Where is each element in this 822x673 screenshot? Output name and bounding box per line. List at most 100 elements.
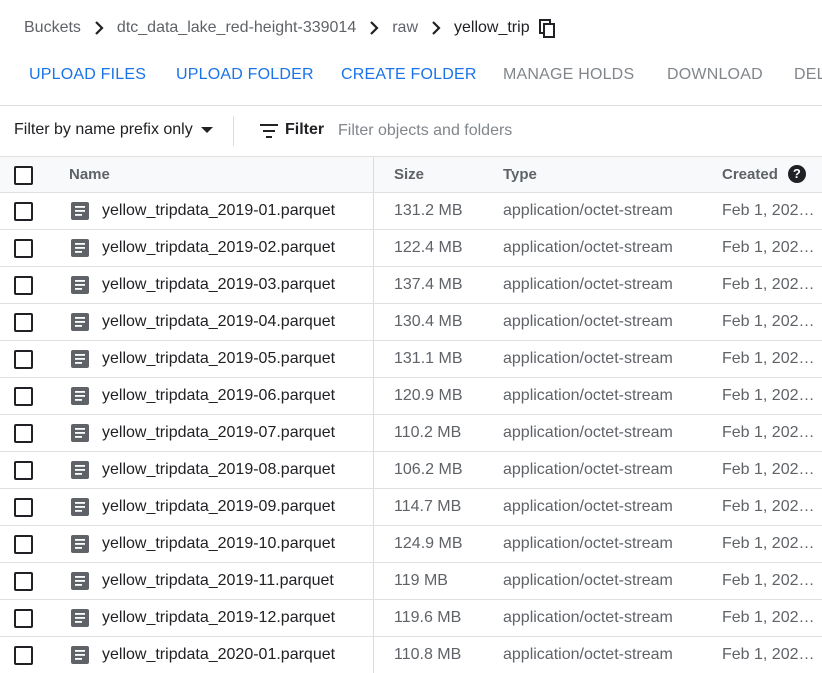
file-created: Feb 1, 202… — [722, 276, 815, 293]
filter-label: Filter — [285, 121, 325, 138]
file-name-link[interactable]: yellow_tripdata_2019-06.parquet — [102, 378, 335, 414]
row-checkbox[interactable] — [14, 572, 33, 591]
breadcrumb-item-bucket[interactable]: dtc_data_lake_red-height-339014 — [117, 19, 356, 37]
help-icon[interactable]: ? — [787, 165, 806, 184]
row-checkbox[interactable] — [14, 239, 33, 258]
table-row[interactable]: yellow_tripdata_2019-03.parquet 137.4 MB a… — [0, 267, 822, 304]
column-separator — [373, 304, 374, 340]
row-checkbox[interactable] — [14, 424, 33, 443]
row-checkbox[interactable] — [14, 461, 33, 480]
file-name-link[interactable]: yellow_tripdata_2019-02.parquet — [102, 230, 335, 266]
delete-button[interactable]: DEL — [794, 66, 822, 84]
file-document-icon — [71, 313, 89, 331]
manage-holds-button[interactable]: MANAGE HOLDS — [503, 66, 634, 84]
file-document-icon — [71, 535, 89, 553]
table-row[interactable]: yellow_tripdata_2019-07.parquet 110.2 MB a… — [0, 415, 822, 452]
file-name-link[interactable]: yellow_tripdata_2019-07.parquet — [102, 415, 335, 451]
upload-folder-button[interactable]: UPLOAD FOLDER — [176, 66, 314, 84]
column-separator — [373, 341, 374, 377]
column-separator — [373, 563, 374, 599]
file-name-link[interactable]: yellow_tripdata_2019-11.parquet — [102, 563, 334, 599]
table-row[interactable]: yellow_tripdata_2019-12.parquet 119.6 MB a… — [0, 600, 822, 637]
caret-down-icon — [200, 127, 213, 133]
table-row[interactable]: yellow_tripdata_2019-01.parquet 131.2 MB a… — [0, 193, 822, 230]
column-separator — [373, 230, 374, 266]
filter-bar: Filter by name prefix only Filter — [0, 106, 822, 156]
file-name-link[interactable]: yellow_tripdata_2019-03.parquet — [102, 267, 335, 303]
file-name-link[interactable]: yellow_tripdata_2019-05.parquet — [102, 341, 335, 377]
file-name-link[interactable]: yellow_tripdata_2019-01.parquet — [102, 193, 335, 229]
file-name-link[interactable]: yellow_tripdata_2020-01.parquet — [102, 637, 335, 673]
table-row[interactable]: yellow_tripdata_2019-08.parquet 106.2 MB a… — [0, 452, 822, 489]
filter-list-icon[interactable] — [260, 123, 278, 139]
filter-input[interactable] — [338, 119, 798, 143]
file-size: 120.9 MB — [394, 387, 463, 404]
file-size: 119.6 MB — [394, 609, 462, 626]
file-name-link[interactable]: yellow_tripdata_2019-09.parquet — [102, 489, 335, 525]
file-type: application/octet-stream — [503, 535, 673, 552]
table-row[interactable]: yellow_tripdata_2020-01.parquet 110.8 MB a… — [0, 637, 822, 673]
file-name-link[interactable]: yellow_tripdata_2019-04.parquet — [102, 304, 335, 340]
breadcrumb-item-raw[interactable]: raw — [392, 19, 418, 37]
row-checkbox[interactable] — [14, 498, 33, 517]
row-checkbox[interactable] — [14, 535, 33, 554]
prefix-filter-label: Filter by name prefix only — [14, 121, 193, 138]
create-folder-button[interactable]: CREATE FOLDER — [341, 66, 477, 84]
file-name-link[interactable]: yellow_tripdata_2019-12.parquet — [102, 600, 335, 636]
table-header: Name Size Type Created? — [0, 156, 822, 193]
column-separator — [373, 415, 374, 451]
table-row[interactable]: yellow_tripdata_2019-02.parquet 122.4 MB a… — [0, 230, 822, 267]
table-row[interactable]: yellow_tripdata_2019-11.parquet 119 MB app… — [0, 563, 822, 600]
column-separator — [373, 267, 374, 303]
column-header-name[interactable]: Name — [69, 157, 369, 193]
divider — [233, 116, 234, 146]
row-checkbox[interactable] — [14, 646, 33, 665]
file-type: application/octet-stream — [503, 498, 673, 515]
column-header-type[interactable]: Type — [503, 157, 713, 193]
file-size: 106.2 MB — [394, 461, 463, 478]
table-row[interactable]: yellow_tripdata_2019-09.parquet 114.7 MB a… — [0, 489, 822, 526]
file-created: Feb 1, 202… — [722, 609, 815, 626]
chevron-right-icon — [363, 16, 385, 40]
file-created: Feb 1, 202… — [722, 239, 815, 256]
column-header-size[interactable]: Size — [394, 157, 494, 193]
row-checkbox[interactable] — [14, 202, 33, 221]
table-row[interactable]: yellow_tripdata_2019-04.parquet 130.4 MB a… — [0, 304, 822, 341]
file-type: application/octet-stream — [503, 276, 673, 293]
column-separator — [373, 452, 374, 488]
row-checkbox[interactable] — [14, 609, 33, 628]
column-header-created-label: Created — [722, 166, 778, 183]
file-name-link[interactable]: yellow_tripdata_2019-10.parquet — [102, 526, 335, 562]
column-resize-handle[interactable] — [373, 157, 374, 192]
download-button[interactable]: DOWNLOAD — [667, 66, 763, 84]
row-checkbox[interactable] — [14, 276, 33, 295]
select-all-checkbox[interactable] — [14, 166, 33, 185]
copy-icon[interactable] — [538, 17, 556, 39]
action-bar: UPLOAD FILES UPLOAD FOLDER CREATE FOLDER… — [0, 56, 822, 94]
breadcrumb-item-buckets[interactable]: Buckets — [24, 19, 81, 37]
file-document-icon — [71, 498, 89, 516]
row-checkbox[interactable] — [14, 313, 33, 332]
file-size: 130.4 MB — [394, 313, 463, 330]
column-separator — [373, 600, 374, 636]
file-type: application/octet-stream — [503, 461, 673, 478]
table-row[interactable]: yellow_tripdata_2019-05.parquet 131.1 MB a… — [0, 341, 822, 378]
file-created: Feb 1, 202… — [722, 535, 815, 552]
row-checkbox[interactable] — [14, 350, 33, 369]
row-checkbox[interactable] — [14, 387, 33, 406]
file-document-icon — [71, 350, 89, 368]
file-size: 110.2 MB — [394, 424, 462, 441]
file-size: 131.2 MB — [394, 202, 463, 219]
file-document-icon — [71, 609, 89, 627]
file-name-link[interactable]: yellow_tripdata_2019-08.parquet — [102, 452, 335, 488]
upload-files-button[interactable]: UPLOAD FILES — [29, 66, 146, 84]
file-created: Feb 1, 202… — [722, 646, 815, 663]
file-created: Feb 1, 202… — [722, 202, 815, 219]
prefix-filter-dropdown[interactable]: Filter by name prefix only — [14, 121, 213, 139]
table-row[interactable]: yellow_tripdata_2019-10.parquet 124.9 MB a… — [0, 526, 822, 563]
column-header-created[interactable]: Created? — [722, 157, 822, 193]
table-row[interactable]: yellow_tripdata_2019-06.parquet 120.9 MB a… — [0, 378, 822, 415]
file-document-icon — [71, 202, 89, 220]
breadcrumb-current: yellow_trip — [454, 19, 530, 36]
file-type: application/octet-stream — [503, 646, 673, 663]
